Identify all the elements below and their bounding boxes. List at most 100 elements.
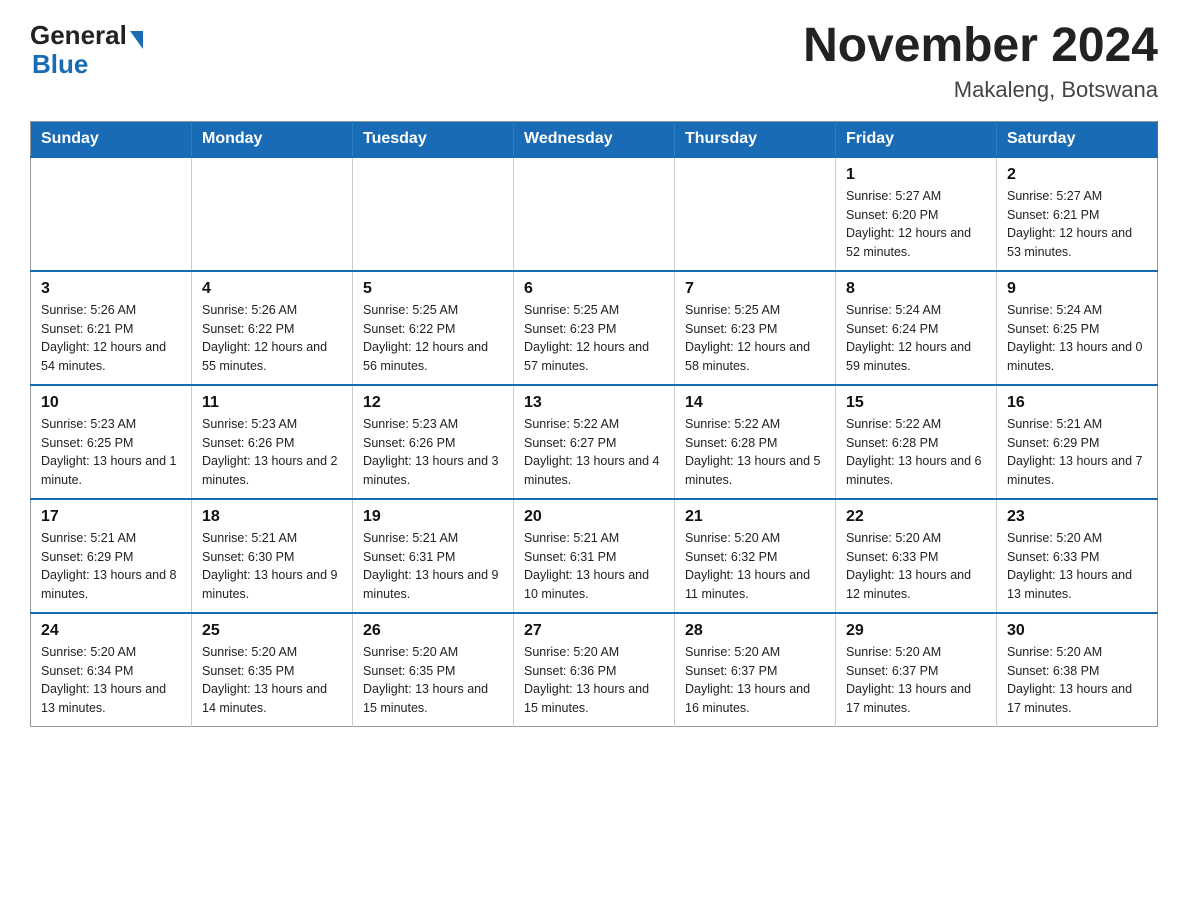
sunset-text: Sunset: 6:22 PM — [202, 320, 342, 339]
daylight-text: Daylight: 13 hours and 13 minutes. — [1007, 566, 1147, 604]
day-number: 27 — [524, 622, 664, 640]
sunrise-text: Sunrise: 5:20 AM — [685, 529, 825, 548]
day-number: 21 — [685, 508, 825, 526]
sunrise-text: Sunrise: 5:20 AM — [1007, 529, 1147, 548]
table-row: 2Sunrise: 5:27 AMSunset: 6:21 PMDaylight… — [997, 157, 1158, 271]
table-row: 28Sunrise: 5:20 AMSunset: 6:37 PMDayligh… — [675, 613, 836, 727]
table-row: 27Sunrise: 5:20 AMSunset: 6:36 PMDayligh… — [514, 613, 675, 727]
sunset-text: Sunset: 6:29 PM — [41, 548, 181, 567]
sunrise-text: Sunrise: 5:20 AM — [202, 643, 342, 662]
sunset-text: Sunset: 6:26 PM — [363, 434, 503, 453]
day-info: Sunrise: 5:24 AMSunset: 6:24 PMDaylight:… — [846, 301, 986, 376]
daylight-text: Daylight: 13 hours and 15 minutes. — [363, 680, 503, 718]
sunrise-text: Sunrise: 5:23 AM — [41, 415, 181, 434]
calendar-table: Sunday Monday Tuesday Wednesday Thursday… — [30, 121, 1158, 727]
sunrise-text: Sunrise: 5:27 AM — [846, 187, 986, 206]
daylight-text: Daylight: 13 hours and 11 minutes. — [685, 566, 825, 604]
day-info: Sunrise: 5:20 AMSunset: 6:34 PMDaylight:… — [41, 643, 181, 718]
day-info: Sunrise: 5:20 AMSunset: 6:37 PMDaylight:… — [846, 643, 986, 718]
day-number: 10 — [41, 394, 181, 412]
day-number: 18 — [202, 508, 342, 526]
sunset-text: Sunset: 6:28 PM — [685, 434, 825, 453]
day-info: Sunrise: 5:22 AMSunset: 6:28 PMDaylight:… — [846, 415, 986, 490]
table-row: 23Sunrise: 5:20 AMSunset: 6:33 PMDayligh… — [997, 499, 1158, 613]
table-row: 18 Sunrise: 5:21 AMSunset: 6:30 PMDayligh… — [192, 499, 353, 613]
sunset-text: Sunset: 6:31 PM — [524, 548, 664, 567]
day-number: 12 — [363, 394, 503, 412]
day-info: Sunrise: 5:20 AMSunset: 6:38 PMDaylight:… — [1007, 643, 1147, 718]
daylight-text: Daylight: 13 hours and 0 minutes. — [1007, 338, 1147, 376]
day-number: 13 — [524, 394, 664, 412]
day-number: 22 — [846, 508, 986, 526]
day-info: Sunrise: 5:27 AMSunset: 6:20 PMDaylight:… — [846, 187, 986, 262]
day-info: Sunrise: 5:25 AMSunset: 6:23 PMDaylight:… — [685, 301, 825, 376]
table-row: 8 Sunrise: 5:24 AMSunset: 6:24 PMDaylight… — [836, 271, 997, 385]
header-saturday: Saturday — [997, 121, 1158, 157]
table-row: 6Sunrise: 5:25 AMSunset: 6:23 PMDaylight… — [514, 271, 675, 385]
logo: General Blue — [30, 20, 143, 80]
sunrise-text: Sunrise: 5:27 AM — [1007, 187, 1147, 206]
sunrise-text: Sunrise: 5:22 AM — [685, 415, 825, 434]
table-row: 19Sunrise: 5:21 AMSunset: 6:31 PMDayligh… — [353, 499, 514, 613]
header-sunday: Sunday — [31, 121, 192, 157]
sunset-text: Sunset: 6:31 PM — [363, 548, 503, 567]
daylight-text: Daylight: 13 hours and 10 minutes. — [524, 566, 664, 604]
daylight-text: Daylight: 13 hours and 17 minutes. — [1007, 680, 1147, 718]
calendar-week-row: 10 Sunrise: 5:23 AMSunset: 6:25 PMDayligh… — [31, 385, 1158, 499]
daylight-text: Daylight: 13 hours and 9 minutes. — [202, 566, 342, 604]
table-row: 15Sunrise: 5:22 AMSunset: 6:28 PMDayligh… — [836, 385, 997, 499]
daylight-text: Daylight: 13 hours and 3 minutes. — [363, 452, 503, 490]
day-info: Sunrise: 5:27 AMSunset: 6:21 PMDaylight:… — [1007, 187, 1147, 262]
sunrise-text: Sunrise: 5:22 AM — [846, 415, 986, 434]
table-row: 11Sunrise: 5:23 AMSunset: 6:26 PMDayligh… — [192, 385, 353, 499]
sunrise-text: Sunrise: 5:20 AM — [524, 643, 664, 662]
day-number: 5 — [363, 280, 503, 298]
day-info: Sunrise: 5:23 AMSunset: 6:25 PMDaylight:… — [41, 415, 181, 490]
table-row: 3Sunrise: 5:26 AMSunset: 6:21 PMDaylight… — [31, 271, 192, 385]
day-number: 7 — [685, 280, 825, 298]
table-row — [192, 157, 353, 271]
sunrise-text: Sunrise: 5:25 AM — [524, 301, 664, 320]
table-row: 20Sunrise: 5:21 AMSunset: 6:31 PMDayligh… — [514, 499, 675, 613]
table-row: 1Sunrise: 5:27 AMSunset: 6:20 PMDaylight… — [836, 157, 997, 271]
day-info: Sunrise: 5:22 AMSunset: 6:27 PMDaylight:… — [524, 415, 664, 490]
daylight-text: Daylight: 13 hours and 7 minutes. — [1007, 452, 1147, 490]
day-info: Sunrise: 5:20 AMSunset: 6:35 PMDaylight:… — [202, 643, 342, 718]
logo-triangle-icon — [130, 31, 143, 49]
header-monday: Monday — [192, 121, 353, 157]
day-info: Sunrise: 5:26 AMSunset: 6:22 PMDaylight:… — [202, 301, 342, 376]
day-number: 9 — [1007, 280, 1147, 298]
sunrise-text: Sunrise: 5:25 AM — [685, 301, 825, 320]
day-info: Sunrise: 5:20 AMSunset: 6:37 PMDaylight:… — [685, 643, 825, 718]
day-info: Sunrise: 5:20 AMSunset: 6:35 PMDaylight:… — [363, 643, 503, 718]
table-row — [675, 157, 836, 271]
logo-blue-text: Blue — [32, 49, 88, 79]
sunset-text: Sunset: 6:34 PM — [41, 662, 181, 681]
day-number: 23 — [1007, 508, 1147, 526]
calendar-week-row: 3Sunrise: 5:26 AMSunset: 6:21 PMDaylight… — [31, 271, 1158, 385]
day-info: Sunrise: 5:26 AMSunset: 6:21 PMDaylight:… — [41, 301, 181, 376]
sunrise-text: Sunrise: 5:21 AM — [524, 529, 664, 548]
table-row — [31, 157, 192, 271]
sunset-text: Sunset: 6:37 PM — [846, 662, 986, 681]
day-info: Sunrise: 5:25 AMSunset: 6:23 PMDaylight:… — [524, 301, 664, 376]
sunset-text: Sunset: 6:30 PM — [202, 548, 342, 567]
day-number: 29 — [846, 622, 986, 640]
calendar-subtitle: Makaleng, Botswana — [803, 77, 1158, 103]
daylight-text: Daylight: 12 hours and 53 minutes. — [1007, 224, 1147, 262]
day-number: 8 — [846, 280, 986, 298]
day-info: Sunrise: 5:20 AMSunset: 6:32 PMDaylight:… — [685, 529, 825, 604]
sunset-text: Sunset: 6:25 PM — [1007, 320, 1147, 339]
day-number: 24 — [41, 622, 181, 640]
calendar-week-row: 24Sunrise: 5:20 AMSunset: 6:34 PMDayligh… — [31, 613, 1158, 727]
header-friday: Friday — [836, 121, 997, 157]
sunrise-text: Sunrise: 5:21 AM — [202, 529, 342, 548]
daylight-text: Daylight: 13 hours and 13 minutes. — [41, 680, 181, 718]
day-info: Sunrise: 5:23 AMSunset: 6:26 PMDaylight:… — [202, 415, 342, 490]
table-row: 10 Sunrise: 5:23 AMSunset: 6:25 PMDayligh… — [31, 385, 192, 499]
weekday-header-row: Sunday Monday Tuesday Wednesday Thursday… — [31, 121, 1158, 157]
day-info: Sunrise: 5:21 AMSunset: 6:31 PMDaylight:… — [524, 529, 664, 604]
table-row: 9Sunrise: 5:24 AMSunset: 6:25 PMDaylight… — [997, 271, 1158, 385]
sunset-text: Sunset: 6:32 PM — [685, 548, 825, 567]
sunset-text: Sunset: 6:21 PM — [41, 320, 181, 339]
